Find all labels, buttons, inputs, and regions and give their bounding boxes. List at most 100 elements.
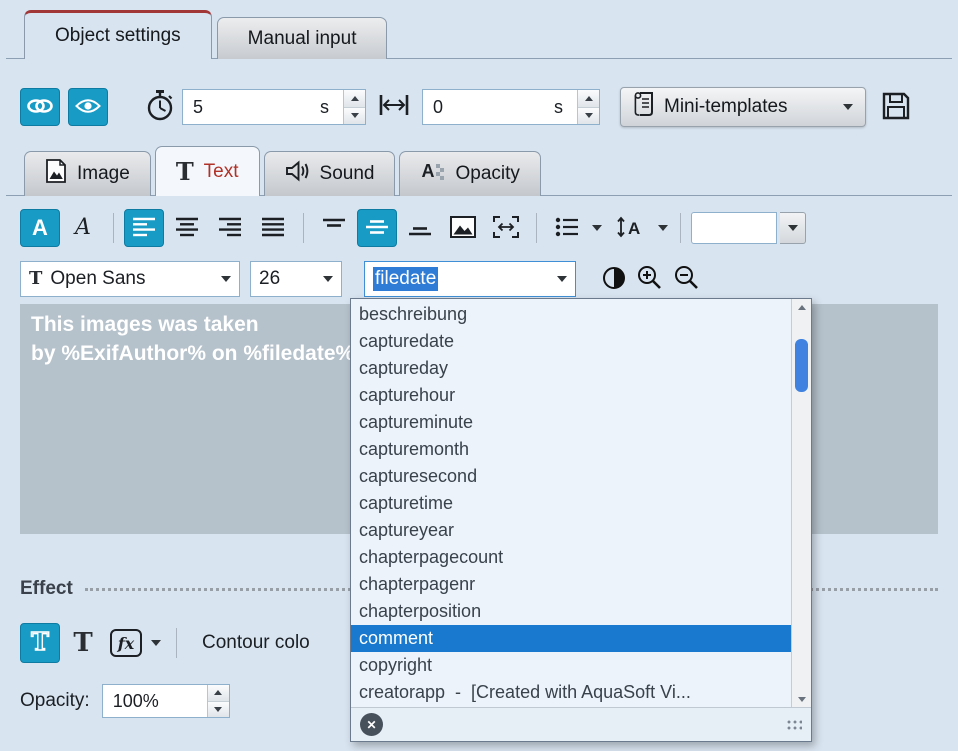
spinner-down[interactable] <box>344 107 365 125</box>
variable-list-item[interactable]: capturemonth <box>351 436 791 463</box>
spinner-down[interactable] <box>208 701 229 718</box>
close-button[interactable]: ✕ <box>360 713 383 736</box>
chevron-down-icon[interactable] <box>315 262 341 296</box>
arrow-up-icon <box>351 96 359 101</box>
align-left-button[interactable] <box>124 209 164 247</box>
zoom-in-button[interactable] <box>636 264 663 294</box>
italic-button[interactable]: A <box>63 209 103 247</box>
variable-list-item[interactable]: captureyear <box>351 517 791 544</box>
opacity-field[interactable]: 100% <box>102 684 230 718</box>
tab-text-label: Text <box>204 161 239 183</box>
opacity-value[interactable]: 100% <box>103 691 207 712</box>
offset-value[interactable]: 0 <box>423 97 554 118</box>
text-solid-button[interactable]: T <box>63 623 103 663</box>
align-justify-button[interactable] <box>253 209 293 247</box>
tab-opacity[interactable]: A Opacity <box>399 151 540 196</box>
align-right-icon <box>218 217 242 240</box>
variable-combo-value[interactable]: filedate <box>373 267 438 291</box>
variable-combo[interactable]: filedate <box>364 261 576 297</box>
mini-templates-dropdown[interactable]: Mini-templates <box>620 87 866 127</box>
tab-text[interactable]: T Text <box>155 146 260 196</box>
variable-list-item[interactable]: capturesecond <box>351 463 791 490</box>
bullet-list-icon <box>555 217 579 240</box>
variable-list-item[interactable]: chapterpagenr <box>351 571 791 598</box>
variable-list-item[interactable]: capturehour <box>351 382 791 409</box>
variable-list-item[interactable]: chapterpagecount <box>351 544 791 571</box>
duration-unit: s <box>320 97 329 118</box>
variable-list-item[interactable]: capturetime <box>351 490 791 517</box>
opacity-spinner[interactable] <box>207 685 229 717</box>
variable-list-item[interactable]: captureminute <box>351 409 791 436</box>
duration-value[interactable]: 5 <box>183 97 320 118</box>
main-toolbar: 5 s 0 s Mini-templates <box>20 86 940 128</box>
scrollbar-thumb[interactable] <box>795 339 808 392</box>
scrollbar[interactable] <box>791 299 811 707</box>
fit-text-button[interactable] <box>486 209 526 247</box>
font-color-caret[interactable] <box>780 212 806 244</box>
valign-bottom-button[interactable] <box>400 209 440 247</box>
bold-button[interactable]: A <box>20 209 60 247</box>
list-button[interactable] <box>547 209 587 247</box>
align-right-button[interactable] <box>210 209 250 247</box>
duration-spinner[interactable] <box>343 90 365 124</box>
tab-object-settings-label: Object settings <box>55 25 181 47</box>
speaker-icon <box>285 160 310 188</box>
arrow-down-icon <box>585 113 593 118</box>
variable-list-item[interactable]: chapterposition <box>351 598 791 625</box>
insert-image-button[interactable] <box>443 209 483 247</box>
top-tab-bar: Object settings Manual input <box>24 10 392 59</box>
offset-arrows-icon <box>378 93 410 122</box>
font-toolbar: T Open Sans 26 filedate <box>20 260 700 298</box>
svg-text:A: A <box>422 161 435 181</box>
spinner-up[interactable] <box>344 90 365 107</box>
align-center-button[interactable] <box>167 209 207 247</box>
line-spacing-button[interactable]: A <box>607 209 653 247</box>
variable-list-item[interactable]: copyright <box>351 652 791 679</box>
contrast-button[interactable] <box>602 266 626 293</box>
link-duration-button[interactable] <box>20 88 60 126</box>
text-effect-fx-button[interactable]: fx <box>106 623 146 663</box>
chevron-down-icon[interactable] <box>549 262 575 296</box>
valign-middle-button[interactable] <box>357 209 397 247</box>
tab-object-settings[interactable]: Object settings <box>24 10 212 59</box>
variable-dropdown: beschreibungcapturedatecapturedaycapture… <box>350 298 812 742</box>
separator <box>536 213 537 243</box>
scroll-down-arrow[interactable] <box>792 691 811 707</box>
variable-list-item[interactable]: beschreibung <box>351 301 791 328</box>
image-doc-icon <box>45 159 67 189</box>
resize-grip[interactable] <box>785 718 802 732</box>
scroll-up-arrow[interactable] <box>792 299 811 315</box>
effect-dropdown-caret[interactable] <box>149 624 163 662</box>
chevron-down-icon[interactable] <box>213 262 239 296</box>
fit-text-icon <box>493 216 519 241</box>
list-dropdown-caret[interactable] <box>590 209 604 247</box>
opacity-icon: A <box>420 160 445 188</box>
tab-sound[interactable]: Sound <box>264 151 396 196</box>
line-spacing-caret[interactable] <box>656 209 670 247</box>
spinner-up[interactable] <box>578 90 599 107</box>
chevron-down-icon <box>843 104 853 110</box>
font-color-swatch[interactable] <box>691 212 777 244</box>
zoom-out-button[interactable] <box>673 264 700 294</box>
tab-image[interactable]: Image <box>24 151 151 196</box>
variable-list-item[interactable]: creatorapp - [Created with AquaSoft Vi..… <box>351 679 791 706</box>
offset-spinner[interactable] <box>577 90 599 124</box>
tab-manual-input[interactable]: Manual input <box>217 17 388 59</box>
text-t-icon: T <box>176 160 194 184</box>
spinner-down[interactable] <box>578 107 599 125</box>
offset-field[interactable]: 0 s <box>422 89 600 125</box>
text-outline-button[interactable]: T <box>20 623 60 663</box>
visibility-button[interactable] <box>68 88 108 126</box>
variable-list-item[interactable]: captureday <box>351 355 791 382</box>
variable-list-item[interactable]: comment <box>351 625 791 652</box>
variable-list-item[interactable]: capturedate <box>351 328 791 355</box>
duration-field[interactable]: 5 s <box>182 89 366 125</box>
spinner-up[interactable] <box>208 685 229 701</box>
align-center-icon <box>175 217 199 240</box>
font-size-combo[interactable]: 26 <box>250 261 342 297</box>
opacity-label: Opacity: <box>20 690 90 712</box>
save-button[interactable] <box>880 90 912 125</box>
object-settings-window: Object settings Manual input 5 s <box>0 0 958 751</box>
font-family-combo[interactable]: T Open Sans <box>20 261 240 297</box>
valign-top-button[interactable] <box>314 209 354 247</box>
